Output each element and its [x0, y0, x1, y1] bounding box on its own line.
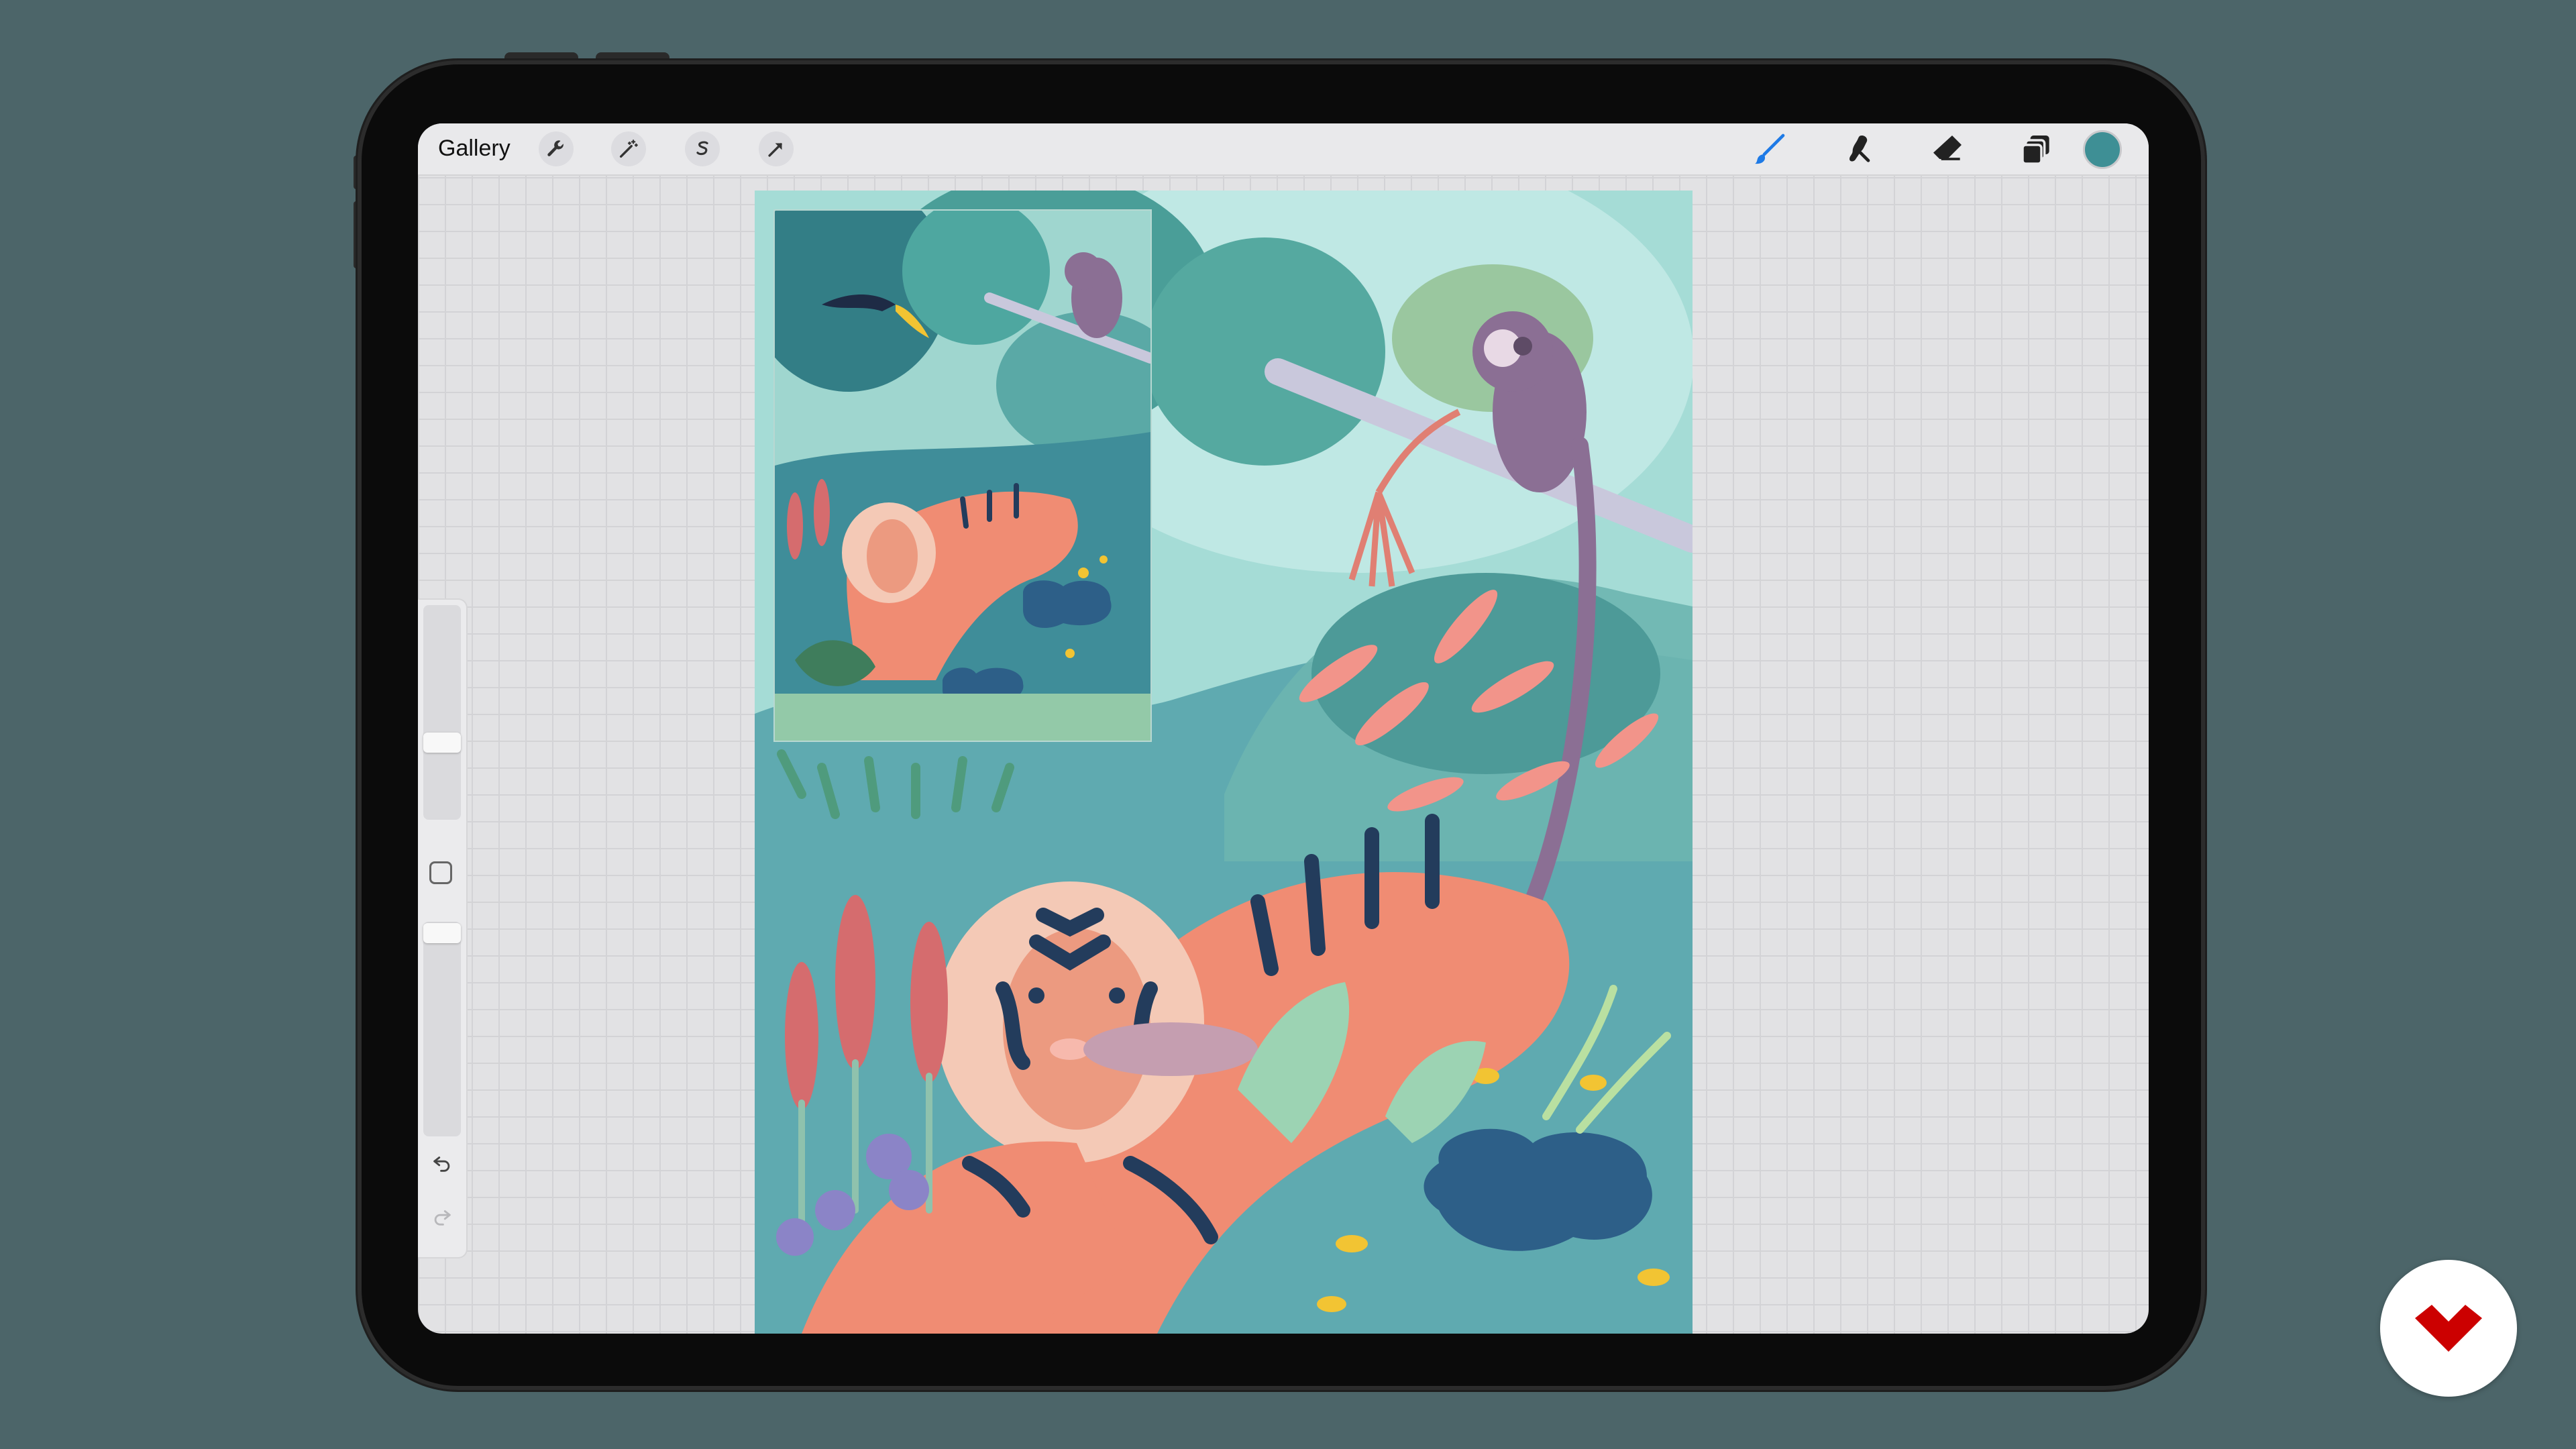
drawing-canvas[interactable]	[755, 191, 1693, 1334]
opacity-thumb[interactable]	[423, 923, 461, 943]
wrench-icon[interactable]	[539, 131, 574, 166]
smudge-icon[interactable]	[1839, 130, 1878, 169]
opacity-slider[interactable]	[423, 922, 461, 1136]
brush-size-thumb[interactable]	[423, 733, 461, 753]
magic-wand-icon[interactable]	[611, 131, 646, 166]
left-sidebar	[418, 598, 468, 1258]
layers-icon[interactable]	[2017, 130, 2056, 169]
undo-icon[interactable]	[426, 1150, 458, 1177]
redo-icon[interactable]	[426, 1203, 458, 1230]
top-toolbar: Gallery	[418, 123, 2149, 176]
brand-logo	[2380, 1260, 2517, 1397]
reference-illustration	[775, 211, 1150, 741]
reference-image[interactable]	[773, 209, 1152, 742]
color-swatch[interactable]	[2083, 130, 2122, 169]
logo-mark-icon	[2415, 1305, 2482, 1352]
transform-arrow-icon[interactable]	[759, 131, 794, 166]
gallery-button[interactable]: Gallery	[438, 136, 511, 162]
selection-s-icon[interactable]	[685, 131, 720, 166]
modify-square-icon[interactable]	[429, 861, 452, 884]
brush-size-slider[interactable]	[423, 605, 461, 820]
procreate-screen: Gallery	[418, 123, 2149, 1334]
brush-icon[interactable]	[1750, 130, 1788, 169]
eraser-icon[interactable]	[1928, 130, 1967, 169]
